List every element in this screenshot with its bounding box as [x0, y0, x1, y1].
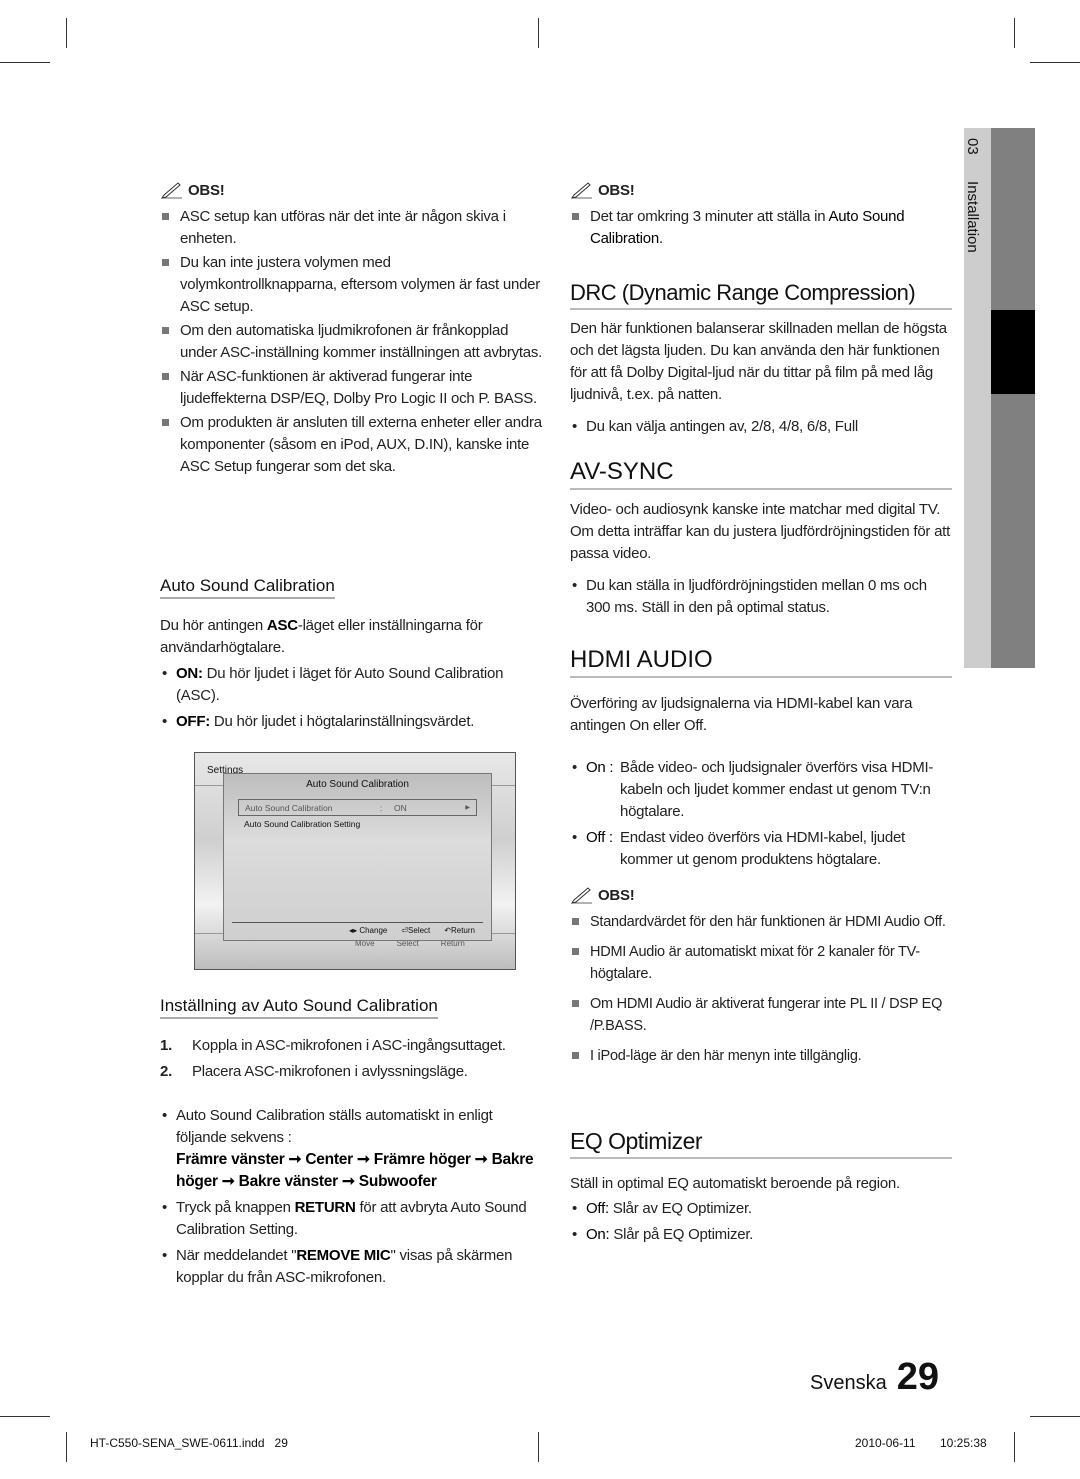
list-item: OFF: Du hör ljudet i högtalarinställning… — [160, 711, 535, 733]
dialog: Auto Sound Calibration Auto Sound Calibr… — [223, 773, 492, 941]
left-right-icon: ◂▸ — [349, 926, 358, 935]
obs-note-header: OBS! — [160, 180, 545, 202]
asc-heading-wrap: Auto Sound Calibration — [160, 576, 335, 599]
list-item: HDMI Audio är automatiskt mixat för 2 ka… — [552, 941, 955, 985]
return-icon: ↶ — [444, 926, 451, 935]
menu-row-asc-setting[interactable]: Auto Sound Calibration Setting — [244, 819, 491, 829]
avsync-heading: AV-SYNC — [570, 458, 952, 490]
crop-mark — [1014, 1432, 1015, 1462]
paragraph: Du hör antingen ASC-läget eller inställn… — [160, 617, 483, 656]
list-item: Off : Endast video överförs via HDMI-kab… — [570, 827, 955, 871]
left-column: OBS! ASC setup kan utföras när det inte … — [160, 180, 545, 480]
list-item: Tryck på knappen RETURN för att avbryta … — [160, 1197, 540, 1241]
list-item: Du kan välja antingen av, 2/8, 4/8, 6/8,… — [570, 416, 955, 438]
list-item: Off: Slår av EQ Optimizer. — [570, 1198, 955, 1220]
list-item: Du kan inte justera volymen med volymkon… — [142, 252, 545, 318]
side-tab-bar — [991, 128, 1035, 668]
list-item: Standardvärdet för den här funktionen är… — [552, 911, 955, 933]
section-heading: Auto Sound Calibration — [160, 576, 335, 599]
arrow-right-icon: ▶ — [465, 805, 470, 811]
list-item: Du kan ställa in ljudfördröjningstiden m… — [570, 575, 955, 619]
hdmi-section: Överföring av ljudsignalerna via HDMI-ka… — [570, 693, 955, 1069]
eq-section: Ställ in optimal EQ automatiskt beroende… — [570, 1173, 955, 1250]
list-item: Auto Sound Calibration ställs automatisk… — [160, 1105, 540, 1193]
print-date: 2010-06-11 — [855, 1436, 916, 1450]
pencil-note-icon — [570, 182, 592, 199]
page-footer: Svenska 29 — [810, 1356, 939, 1399]
crop-mark — [66, 1432, 67, 1462]
settings-screenshot: Settings Move Select Return Auto Sound Cal… — [194, 752, 516, 970]
obs-notes-list: ASC setup kan utföras när det inte är nå… — [142, 206, 545, 478]
crop-mark — [538, 1432, 539, 1462]
hdmi-heading: HDMI AUDIO — [570, 646, 952, 678]
list-item: ASC setup kan utföras när det inte är nå… — [142, 206, 545, 250]
side-tab: 03 Installation — [964, 128, 991, 668]
list-item: Det tar omkring 3 minuter att ställa in … — [552, 206, 955, 250]
crop-mark — [538, 18, 539, 48]
paragraph: Den här funktionen balanserar skillnaden… — [570, 320, 947, 403]
crop-mark — [1030, 1416, 1080, 1417]
obs-note-header: OBS! — [570, 180, 955, 202]
side-tab-active-marker — [991, 310, 1035, 394]
drc-section: Den här funktionen balanserar skillnaden… — [570, 318, 955, 442]
crop-mark — [0, 1416, 50, 1417]
paragraph: Ställ in optimal EQ automatiskt beroende… — [570, 1175, 900, 1192]
list-item: On : Både video- och ljudsignaler överfö… — [570, 757, 955, 823]
list-item: När meddelandet "REMOVE MIC" visas på sk… — [160, 1245, 540, 1289]
language-label: Svenska — [810, 1372, 887, 1394]
chapter-number: 03 — [964, 138, 981, 155]
list-item: Om HDMI Audio är aktiverat fungerar inte… — [552, 993, 955, 1037]
right-obs: OBS! Det tar omkring 3 minuter att ställ… — [570, 180, 955, 252]
list-item: On: Slår på EQ Optimizer. — [570, 1224, 955, 1246]
drc-heading: DRC (Dynamic Range Compression) — [570, 280, 952, 310]
dialog-title: Auto Sound Calibration — [306, 779, 409, 790]
step-item: 1. Koppla in ASC-mikrofonen i ASC-ingångs… — [160, 1037, 506, 1054]
obs-note-header: OBS! — [570, 885, 955, 907]
pencil-note-icon — [160, 182, 182, 199]
paragraph: Video- och audiosynk kanske inte matchar… — [570, 501, 951, 562]
crop-mark — [0, 62, 50, 63]
menu-row-asc[interactable]: Auto Sound Calibration : ON ▶ — [238, 799, 477, 816]
step-item: 2. Placera ASC-mikrofonen i avlyssningslä… — [160, 1063, 468, 1080]
page-number: 29 — [896, 1356, 939, 1398]
list-item: Om produkten är ansluten till externa en… — [142, 412, 545, 478]
crop-mark — [1014, 18, 1015, 48]
pencil-note-icon — [570, 887, 592, 904]
chapter-label: Installation — [964, 181, 981, 253]
file-name: HT-C550-SENA_SWE-0611.indd 29 — [90, 1436, 288, 1450]
eq-heading: EQ Optimizer — [570, 1128, 952, 1159]
crop-mark — [66, 18, 67, 48]
setup-section: 1. Koppla in ASC-mikrofonen i ASC-ingångs… — [160, 1035, 540, 1293]
list-item: I iPod-läge är den här menyn inte tillgä… — [552, 1045, 955, 1067]
asc-section: Du hör antingen ASC-läget eller inställn… — [160, 615, 535, 737]
list-item: När ASC-funktionen är aktiverad fungerar… — [142, 366, 545, 410]
section-heading: Inställning av Auto Sound Calibration — [160, 996, 438, 1019]
print-time: 10:25:38 — [940, 1436, 987, 1450]
crop-mark — [1030, 62, 1080, 63]
list-item: ON: Du hör ljudet i läget för Auto Sound… — [160, 663, 535, 707]
avsync-section: Video- och audiosynk kanske inte matchar… — [570, 499, 955, 623]
list-item: Om den automatiska ljudmikrofonen är frå… — [142, 320, 545, 364]
setup-heading-wrap: Inställning av Auto Sound Calibration — [160, 996, 438, 1019]
paragraph: Överföring av ljudsignalerna via HDMI-ka… — [570, 695, 913, 734]
dialog-footer: ◂▸ Change ⏎Select ↶Return — [349, 926, 475, 935]
